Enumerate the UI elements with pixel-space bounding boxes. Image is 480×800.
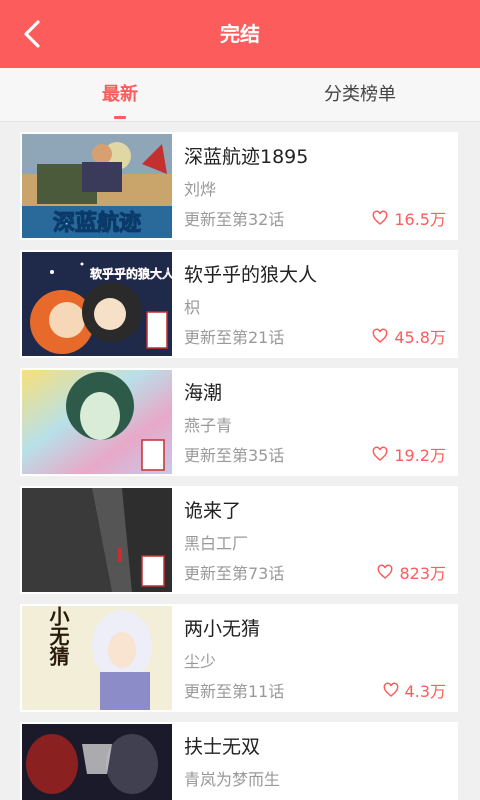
likes-count: 4.3万 — [383, 678, 446, 702]
comic-title: 海潮 — [184, 382, 223, 404]
comic-card[interactable]: 两小无猜 两小无猜 尘少 更新至第11话 4.3万 — [20, 604, 458, 712]
comic-cover — [22, 488, 172, 592]
comic-title: 两小无猜 — [184, 618, 261, 640]
tab-bar: 最新 分类榜单 — [0, 68, 480, 122]
comic-author: 燕子青 — [184, 416, 233, 435]
comic-card[interactable]: 扶士无双 青岚为梦而生 — [20, 722, 458, 800]
likes-count: 16.5万 — [372, 206, 446, 230]
comic-title: 诡来了 — [184, 500, 242, 522]
likes-value: 4.3万 — [404, 682, 446, 701]
cover-title-text: 两小无猜 — [46, 606, 70, 666]
comic-cover — [22, 370, 172, 474]
comic-update: 更新至第11话 — [184, 682, 285, 701]
comic-card[interactable]: 深蓝航迹 深蓝航迹1895 刘烨 更新至第32话 16.5万 — [20, 132, 458, 240]
comic-author: 刘烨 — [184, 180, 217, 199]
likes-value: 45.8万 — [394, 328, 446, 347]
comic-cover: 深蓝航迹 — [22, 134, 172, 238]
comic-author: 尘少 — [184, 652, 217, 671]
comic-update: 更新至第35话 — [184, 446, 285, 465]
comic-author: 枳 — [184, 298, 201, 317]
comic-update: 更新至第73话 — [184, 564, 285, 583]
likes-value: 16.5万 — [394, 210, 446, 229]
comic-update: 更新至第32话 — [184, 210, 285, 229]
likes-count: 823万 — [377, 560, 446, 584]
comic-card[interactable]: 软乎乎的狼大人 软乎乎的狼大人 枳 更新至第21话 45.8万 — [20, 250, 458, 358]
comic-cover — [22, 724, 172, 800]
likes-value: 19.2万 — [394, 446, 446, 465]
heart-icon — [372, 210, 388, 225]
comic-title: 扶士无双 — [184, 736, 261, 758]
comic-update: 更新至第21话 — [184, 328, 285, 347]
likes-value: 823万 — [399, 564, 446, 583]
heart-icon — [372, 446, 388, 461]
cover-title-text: 软乎乎的狼大人 — [90, 266, 172, 281]
comic-card[interactable]: 海潮 燕子青 更新至第35话 19.2万 — [20, 368, 458, 476]
comic-title: 深蓝航迹1895 — [184, 146, 309, 168]
comic-author: 青岚为梦而生 — [184, 770, 281, 789]
likes-count: 19.2万 — [372, 442, 446, 466]
likes-count: 45.8万 — [372, 324, 446, 348]
top-bar: 完结 — [0, 0, 480, 68]
comic-author: 黑白工厂 — [184, 534, 249, 553]
heart-icon — [372, 328, 388, 343]
page-title: 完结 — [220, 22, 260, 46]
cover-title-text: 深蓝航迹 — [53, 210, 141, 236]
active-tab-indicator — [114, 116, 126, 119]
comic-card[interactable]: 诡来了 黑白工厂 更新至第73话 823万 — [20, 486, 458, 594]
tab-latest[interactable]: 最新 — [60, 68, 180, 122]
heart-icon — [383, 682, 398, 697]
tab-category-ranking[interactable]: 分类榜单 — [300, 68, 420, 122]
heart-icon — [378, 564, 393, 579]
comic-cover: 两小无猜 — [22, 606, 172, 710]
comic-cover: 软乎乎的狼大人 — [22, 252, 172, 356]
comic-title: 软乎乎的狼大人 — [184, 264, 318, 286]
